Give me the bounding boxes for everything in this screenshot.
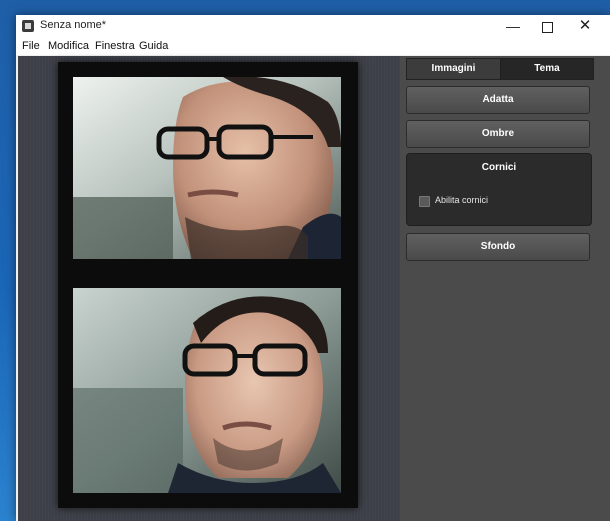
collage-page[interactable]: [58, 62, 358, 508]
adatta-button[interactable]: Adatta: [406, 86, 590, 114]
maximize-button[interactable]: [530, 15, 564, 37]
menu-file[interactable]: File: [22, 40, 40, 52]
maximize-icon: [541, 21, 553, 33]
sfondo-button[interactable]: Sfondo: [406, 233, 590, 261]
tab-tema[interactable]: Tema: [501, 59, 593, 79]
menu-modifica[interactable]: Modifica: [48, 40, 89, 52]
side-panel: Immagini Tema Adatta Ombre Cornici Abili…: [400, 56, 610, 521]
window-title: Senza nome*: [40, 19, 107, 31]
cornici-group: Cornici Abilita cornici: [406, 153, 592, 226]
photo-top[interactable]: [73, 77, 341, 259]
photo-top-image: [73, 77, 341, 259]
close-button[interactable]: ✕: [568, 15, 602, 37]
ombre-button[interactable]: Ombre: [406, 120, 590, 148]
canvas-area[interactable]: [18, 56, 400, 521]
cornici-title[interactable]: Cornici: [407, 154, 591, 182]
abilita-cornici-label[interactable]: Abilita cornici: [435, 195, 488, 205]
menu-guida[interactable]: Guida: [139, 40, 168, 52]
panel-tabs: Immagini Tema: [406, 58, 594, 80]
menu-finestra[interactable]: Finestra: [95, 40, 135, 52]
photo-bottom-image: [73, 288, 341, 493]
menu-bar: File Modifica Finestra Guida: [16, 37, 610, 55]
app-icon: [22, 20, 34, 32]
app-window: Senza nome* — ✕ File Modifica Finestra G…: [16, 15, 610, 521]
photo-bottom[interactable]: [73, 288, 341, 493]
minimize-button[interactable]: —: [496, 15, 530, 37]
abilita-cornici-checkbox[interactable]: [419, 196, 430, 207]
tab-immagini[interactable]: Immagini: [407, 59, 501, 79]
title-bar[interactable]: Senza nome* — ✕: [16, 15, 610, 37]
